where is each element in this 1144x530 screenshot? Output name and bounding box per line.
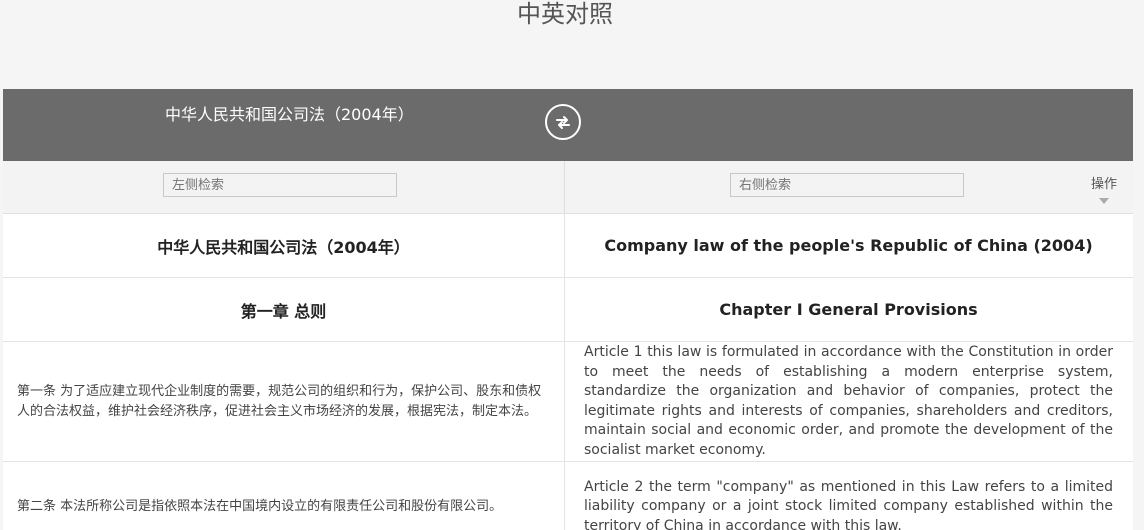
- chinese-text: 第一条 为了适应建立现代企业制度的需要，规范公司的组织和行为，保护公司、股东和债…: [3, 342, 565, 461]
- search-row: 操作: [3, 161, 1133, 214]
- operations-dropdown[interactable]: 操作: [1091, 173, 1117, 204]
- bilingual-viewer: 中华人民共和国公司法（2004年） 操作 中华人民共和国公司法（2004年） C…: [3, 89, 1133, 530]
- english-text: Article 2 the term "company" as mentione…: [584, 478, 1113, 530]
- english-text: Company law of the people's Republic of …: [604, 236, 1093, 255]
- chinese-text: 第二条 本法所称公司是指依照本法在中国境内设立的有限责任公司和股份有限公司。: [3, 462, 565, 530]
- table-row: 第二条 本法所称公司是指依照本法在中国境内设立的有限责任公司和股份有限公司。 A…: [3, 462, 1133, 530]
- swap-icon: [556, 116, 570, 129]
- right-search-input[interactable]: [730, 173, 964, 197]
- english-text: Article 1 this law is formulated in acco…: [584, 344, 1113, 458]
- table-row: 第一条 为了适应建立现代企业制度的需要，规范公司的组织和行为，保护公司、股东和债…: [3, 342, 1133, 462]
- table-row: 第一章 总则 Chapter I General Provisions: [3, 278, 1133, 342]
- chinese-text: 第一章 总则: [3, 278, 565, 341]
- swap-languages-button[interactable]: [545, 104, 581, 140]
- page-title: 中英对照: [517, 0, 613, 28]
- right-search-cell: 操作: [565, 161, 1133, 213]
- chevron-down-icon: [1098, 198, 1109, 204]
- table-row: 中华人民共和国公司法（2004年） Company law of the peo…: [3, 214, 1133, 278]
- doc-title: 中华人民共和国公司法（2004年）: [165, 105, 414, 124]
- english-text: Chapter I General Provisions: [719, 300, 978, 319]
- chinese-text: 中华人民共和国公司法（2004年）: [3, 214, 565, 277]
- operations-label: 操作: [1090, 177, 1117, 192]
- doc-header: 中华人民共和国公司法（2004年）: [3, 89, 1133, 161]
- left-search-input[interactable]: [163, 173, 397, 197]
- left-search-cell: [3, 161, 565, 213]
